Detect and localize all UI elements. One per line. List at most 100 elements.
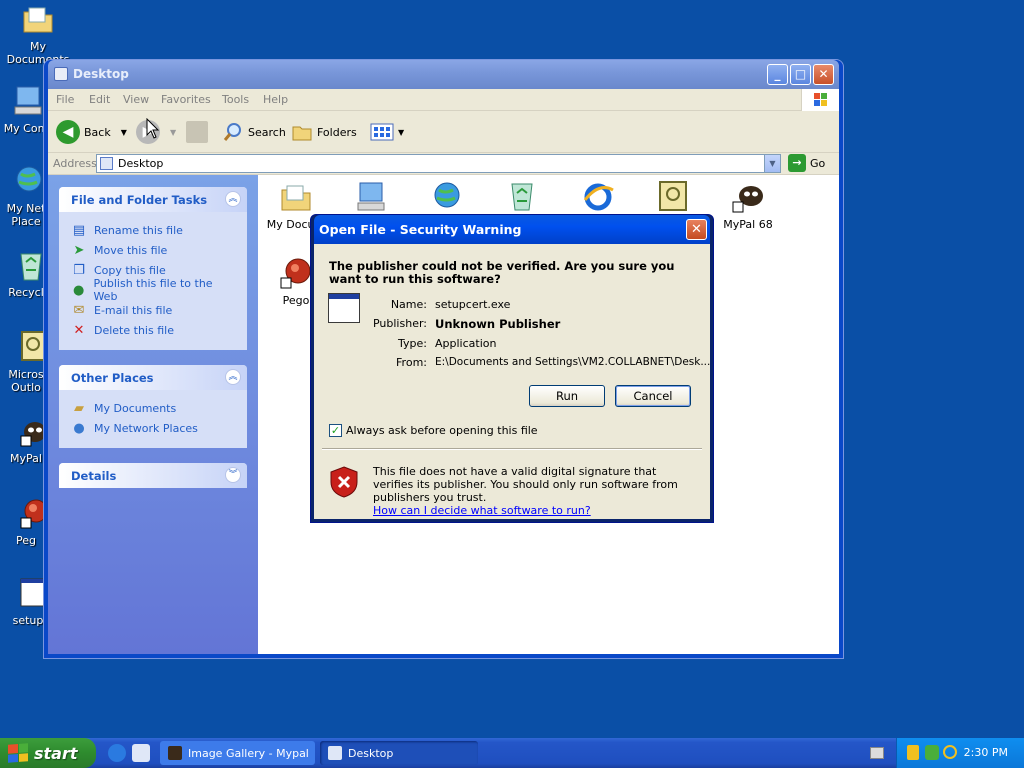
address-dropdown-button[interactable]: ▼ [764, 155, 780, 172]
task-delete[interactable]: ✕ Delete this file [71, 320, 235, 340]
email-icon: ✉ [73, 302, 85, 318]
menu-edit[interactable]: Edit [89, 93, 110, 106]
place-my-documents[interactable]: ▰ My Documents [71, 398, 235, 418]
network-tray-icon[interactable] [925, 745, 939, 760]
file-mypal[interactable]: MyPal 68 [710, 180, 786, 231]
globe-icon: ● [73, 282, 85, 298]
clock[interactable]: 2:30 PM [964, 746, 1008, 759]
field-key: Type: [398, 337, 427, 350]
file-folder-tasks-panel: File and Folder Tasks ︽ ▤ Rename this fil… [59, 187, 247, 350]
outlook-icon [656, 180, 690, 214]
task-email[interactable]: ✉ E-mail this file [71, 300, 235, 320]
dialog-body: The publisher could not be verified. Are… [314, 244, 710, 519]
search-tray-icon[interactable] [943, 745, 957, 759]
window-title: Desktop [73, 67, 129, 81]
desktop-icon-my-documents[interactable]: My Documents [0, 2, 76, 66]
task-desktop[interactable]: Desktop [320, 741, 478, 765]
always-ask-checkbox[interactable]: ✓ Always ask before opening this file [329, 424, 538, 437]
dialog-close-button[interactable]: ✕ [686, 219, 707, 240]
back-dropdown-icon: ▼ [120, 127, 127, 137]
cancel-button[interactable]: Cancel [615, 385, 691, 407]
task-label: Image Gallery - Mypal [188, 746, 309, 760]
task-label: Copy this file [94, 263, 166, 277]
close-icon: ✕ [818, 67, 829, 81]
back-label: Back [84, 125, 111, 139]
details-panel: Details ︾ [59, 463, 247, 488]
back-button[interactable]: ◀ Back ▼ [56, 119, 127, 145]
keyboard-icon[interactable] [870, 747, 884, 759]
forward-dropdown-icon: ▼ [170, 127, 177, 137]
folder-icon: ▰ [74, 400, 84, 416]
task-publish[interactable]: ● Publish this file to the Web [71, 277, 235, 303]
computer-icon [354, 180, 388, 214]
network-globe-icon [430, 180, 464, 214]
panel-header[interactable]: File and Folder Tasks ︽ [59, 187, 247, 212]
folders-button[interactable]: Folders [291, 119, 357, 145]
delete-x-icon: ✕ [73, 322, 85, 338]
folder-window-icon [328, 746, 342, 760]
explorer-titlebar[interactable]: Desktop _ □ ✕ [48, 60, 839, 89]
raccoon-icon [9, 414, 46, 448]
collapse-chevron-icon[interactable]: ︽ [225, 191, 241, 207]
quicklaunch-ie-icon[interactable] [108, 744, 126, 762]
task-pane: File and Folder Tasks ︽ ▤ Rename this fil… [48, 175, 258, 654]
maximize-button[interactable]: □ [790, 64, 811, 85]
dialog-titlebar[interactable]: Open File - Security Warning ✕ [314, 215, 710, 244]
field-key: Publisher: [372, 317, 427, 330]
minimize-button[interactable]: _ [767, 64, 788, 85]
place-my-network-places[interactable]: ● My Network Places [71, 418, 235, 438]
quicklaunch-desktop-icon[interactable] [132, 744, 150, 762]
task-move[interactable]: ➤ Move this file [71, 240, 235, 260]
menu-help[interactable]: Help [263, 93, 288, 106]
field-value: Application [435, 337, 497, 350]
views-button[interactable]: ▼ [370, 119, 404, 145]
shield-warning-icon [330, 466, 358, 498]
menu-file[interactable]: File [56, 93, 74, 106]
place-label: My Documents [94, 401, 177, 415]
panel-header[interactable]: Other Places ︽ [59, 365, 247, 390]
security-shield-icon[interactable] [907, 745, 919, 760]
divider [322, 448, 702, 450]
start-button[interactable]: start [0, 738, 96, 768]
panel-title: Other Places [71, 371, 154, 385]
windows-logo-icon [801, 89, 839, 111]
folders-label: Folders [317, 125, 357, 139]
folder-icon [279, 180, 313, 214]
folder-icon [21, 2, 55, 36]
task-image-gallery[interactable]: Image Gallery - Mypal [160, 741, 315, 765]
close-button[interactable]: ✕ [813, 64, 834, 85]
file-outlook[interactable] [635, 180, 711, 218]
file-internet-explorer[interactable] [560, 180, 636, 218]
folders-icon [292, 126, 312, 141]
field-publisher: Publisher: Unknown Publisher [354, 317, 694, 333]
file-recycle-bin[interactable] [484, 180, 560, 218]
raccoon-icon [731, 180, 765, 214]
file-my-computer[interactable] [333, 180, 409, 218]
task-label: Move this file [94, 243, 168, 257]
security-warning-dialog: Open File - Security Warning ✕ The publi… [310, 214, 714, 523]
menu-tools[interactable]: Tools [222, 93, 249, 106]
network-icon: ● [73, 420, 85, 436]
search-icon [223, 123, 241, 141]
file-network[interactable] [409, 180, 485, 218]
checkbox-label: Always ask before opening this file [346, 424, 538, 437]
warning-text: This file does not have a valid digital … [373, 465, 678, 504]
panel-header[interactable]: Details ︾ [59, 463, 247, 488]
panel-title: Details [71, 469, 117, 483]
task-rename[interactable]: ▤ Rename this file [71, 220, 235, 240]
menu-favorites[interactable]: Favorites [161, 93, 211, 106]
recycle-bin-icon [9, 248, 43, 282]
address-input[interactable]: Desktop ▼ [96, 154, 781, 173]
up-folder-button[interactable] [186, 119, 208, 145]
help-link[interactable]: How can I decide what software to run? [373, 504, 698, 517]
dialog-title: Open File - Security Warning [319, 222, 522, 237]
go-button[interactable]: → Go [788, 154, 825, 172]
warning-text-block: This file does not have a valid digital … [373, 465, 698, 517]
collapse-chevron-icon[interactable]: ︽ [225, 369, 241, 385]
expand-chevron-icon[interactable]: ︾ [225, 467, 241, 483]
network-globe-icon [9, 164, 43, 198]
menu-view[interactable]: View [123, 93, 149, 106]
run-button[interactable]: Run [529, 385, 605, 407]
search-button[interactable]: Search [222, 119, 286, 145]
address-label: Address [53, 157, 97, 170]
